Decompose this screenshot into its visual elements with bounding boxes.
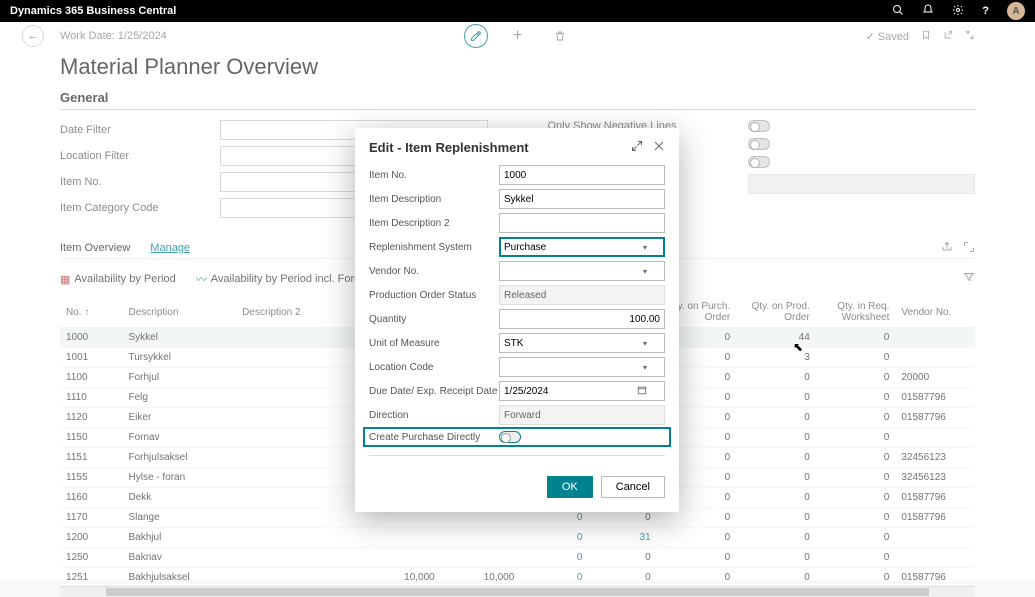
horizontal-scrollbar[interactable] (60, 587, 975, 597)
due-date-label: Due Date/ Exp. Receipt Date (369, 386, 499, 397)
search-icon[interactable] (892, 4, 904, 19)
vendor-no-select[interactable] (499, 261, 665, 281)
close-icon[interactable] (653, 140, 665, 155)
vendor-no-label: Vendor No. (369, 266, 499, 277)
help-icon[interactable]: ? (982, 5, 989, 17)
item-desc-field[interactable] (499, 189, 665, 209)
dialog-title: Edit - Item Replenishment (369, 140, 529, 155)
item-desc2-field[interactable] (499, 213, 665, 233)
repl-sys-select[interactable] (499, 237, 665, 257)
due-date-field[interactable] (499, 381, 665, 401)
gear-icon[interactable] (952, 4, 964, 19)
create-purch-label: Create Purchase Directly (369, 432, 499, 443)
direction-label: Direction (369, 410, 499, 421)
item-desc-label: Item Description (369, 194, 499, 205)
item-replenishment-dialog: Edit - Item Replenishment Item No. Item … (355, 128, 679, 512)
quantity-field[interactable] (499, 309, 665, 329)
app-title: Dynamics 365 Business Central (10, 5, 176, 17)
location-label: Location Code (369, 362, 499, 373)
ok-button[interactable]: OK (547, 476, 593, 498)
maximize-icon[interactable] (631, 140, 643, 155)
location-select[interactable] (499, 357, 665, 377)
uom-label: Unit of Measure (369, 338, 499, 349)
item-no-label: Item No. (369, 170, 499, 181)
direction-field (499, 405, 665, 425)
bell-icon[interactable] (922, 4, 934, 19)
item-no-field[interactable] (499, 165, 665, 185)
app-topbar: Dynamics 365 Business Central ? A (0, 0, 1035, 22)
topbar-actions: ? A (892, 2, 1025, 20)
prod-status-field (499, 285, 665, 305)
uom-select[interactable] (499, 333, 665, 353)
repl-sys-label: Replenishment System (369, 242, 499, 253)
cancel-button[interactable]: Cancel (601, 476, 665, 498)
avatar[interactable]: A (1007, 2, 1025, 20)
item-desc2-label: Item Description 2 (369, 218, 499, 229)
prod-status-label: Production Order Status (369, 290, 499, 301)
quantity-label: Quantity (369, 314, 499, 325)
create-purch-toggle[interactable] (499, 431, 521, 443)
